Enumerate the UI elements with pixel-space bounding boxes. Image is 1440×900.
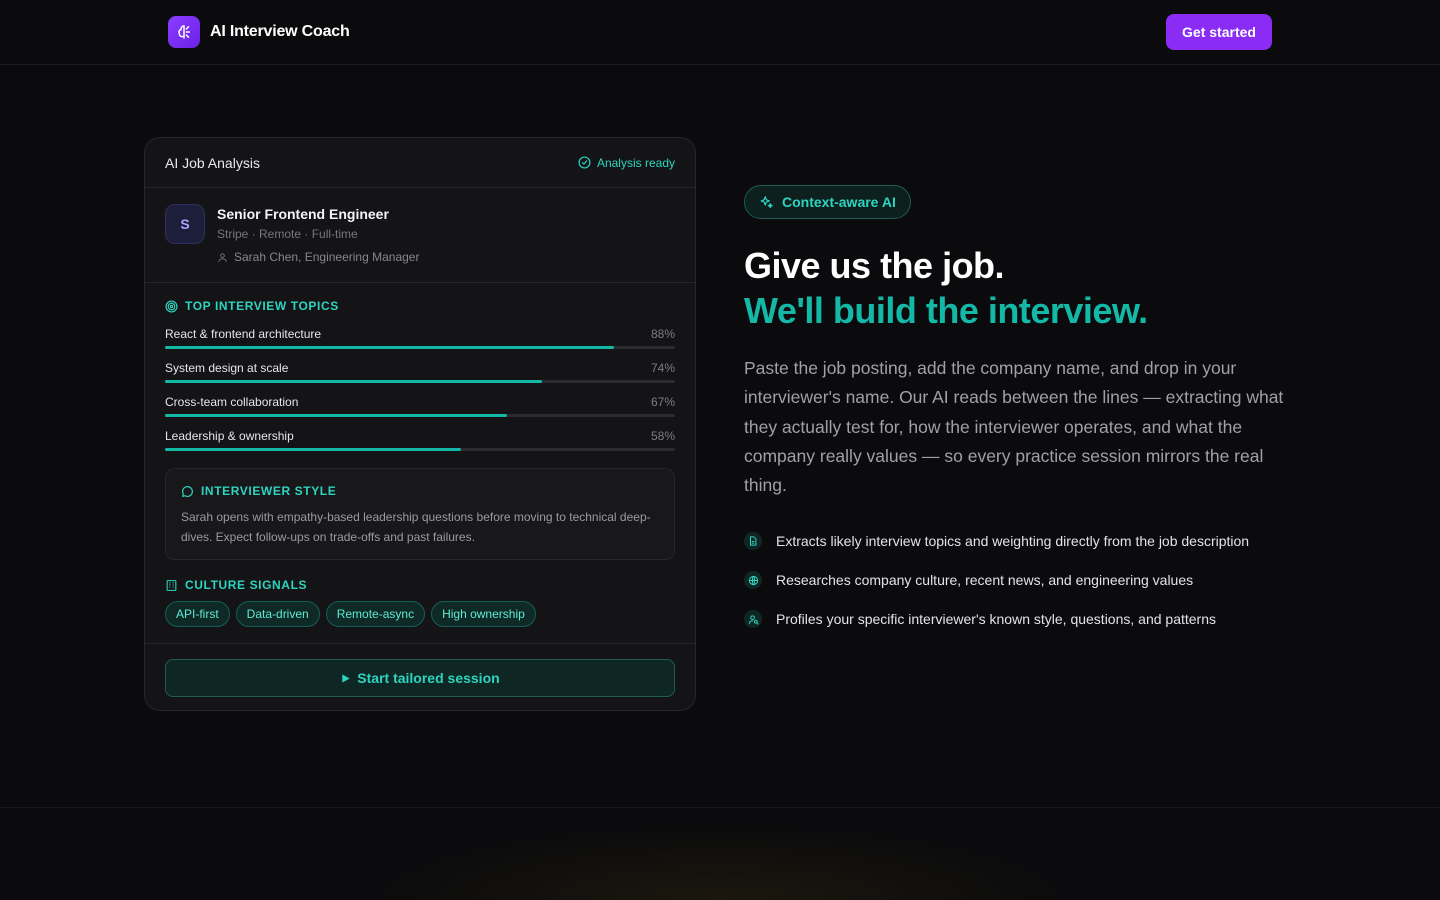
culture-label-text: CULTURE SIGNALS (185, 578, 308, 592)
company-avatar: S (165, 204, 205, 244)
culture-section-label: CULTURE SIGNALS (165, 578, 307, 592)
topic-name: System design at scale (165, 361, 289, 375)
hero-description: Paste the job posting, add the company n… (744, 358, 1284, 496)
topic-bar-fill (165, 448, 461, 451)
globe-icon (744, 571, 762, 589)
card-header: AI Job Analysis Analysis ready (145, 138, 695, 188)
building-icon (166, 579, 177, 591)
topics-section-label: TOP INTERVIEW TOPICS (165, 299, 339, 313)
topic-percent: 58% (650, 429, 675, 443)
check-circle-icon (578, 156, 591, 169)
sparkles-icon (760, 195, 773, 208)
brand[interactable]: AI Interview Coach (168, 16, 350, 48)
card-title: AI Job Analysis (165, 154, 260, 171)
topic-bar (165, 346, 675, 349)
user-icon (218, 252, 227, 262)
interviewer-line: Sarah Chen, Engineering Manager (217, 250, 419, 264)
culture-tag: API-first (165, 601, 230, 627)
next-section-band (0, 807, 1440, 900)
user-search-icon (744, 610, 762, 628)
feature-text: Researches company culture, recent news,… (776, 572, 1194, 588)
topic-bar-fill (165, 414, 507, 417)
feature-item: Profiles your specific interviewer's kno… (744, 610, 1216, 628)
topics-label-text: TOP INTERVIEW TOPICS (185, 299, 339, 313)
feature-item: Researches company culture, recent news,… (744, 571, 1193, 589)
style-section-label: INTERVIEWER STYLE (181, 484, 336, 498)
topic-item: System design at scale 74% (165, 361, 675, 383)
top-navbar: AI Interview Coach Get started (0, 0, 1440, 65)
feature-text: Extracts likely interview topics and wei… (776, 533, 1250, 549)
headline-accent: We'll build the interview. (744, 290, 1148, 331)
topic-bar-fill (165, 380, 543, 383)
topic-name: React & frontend architecture (165, 327, 322, 341)
interviewer-style-box: INTERVIEWER STYLE Sarah opens with empat… (165, 468, 675, 560)
topic-percent: 74% (650, 361, 675, 375)
topic-bar-fill (165, 346, 614, 349)
topic-item: Leadership & ownership 58% (165, 429, 675, 451)
brand-name: AI Interview Coach (210, 23, 350, 40)
culture-tag: Data-driven (235, 601, 320, 627)
job-analysis-card: AI Job Analysis Analysis ready S Senior … (144, 137, 696, 711)
topic-bar (165, 380, 675, 383)
start-session-button[interactable]: Start tailored session (165, 659, 675, 697)
feature-item: Extracts likely interview topics and wei… (744, 532, 1249, 550)
start-session-label: Start tailored session (357, 670, 500, 686)
analysis-status: Analysis ready (578, 156, 675, 170)
topic-name: Leadership & ownership (165, 429, 294, 443)
get-started-button[interactable]: Get started (1166, 14, 1272, 50)
style-label-text: INTERVIEWER STYLE (201, 484, 337, 498)
badge-text: Context-aware AI (782, 194, 896, 210)
interviewer-style-text: Sarah opens with empathy-based leadershi… (181, 510, 651, 544)
chat-bubble-icon (182, 485, 193, 497)
topic-name: Cross-team collaboration (165, 395, 299, 409)
play-icon (342, 673, 350, 683)
topic-bar (165, 414, 675, 417)
brain-logo-icon (168, 16, 200, 48)
card-footer: Start tailored session (145, 643, 695, 710)
culture-tags: API-first Data-driven Remote-async High … (165, 601, 536, 627)
job-summary: S Senior Frontend Engineer Stripe · Remo… (145, 188, 695, 283)
job-title: Senior Frontend Engineer (217, 206, 389, 222)
headline-primary: Give us the job. (744, 245, 1005, 286)
culture-tag: High ownership (431, 601, 536, 627)
topic-percent: 88% (650, 327, 675, 341)
feature-text: Profiles your specific interviewer's kno… (776, 611, 1216, 627)
interviewer-name: Sarah Chen, Engineering Manager (234, 250, 420, 264)
topic-bar (165, 448, 675, 451)
context-aware-badge: Context-aware AI (744, 185, 911, 219)
culture-tag: Remote-async (325, 601, 426, 627)
topic-percent: 67% (650, 395, 675, 409)
topic-item: Cross-team collaboration 67% (165, 395, 675, 417)
analysis-status-text: Analysis ready (596, 155, 675, 170)
document-icon (744, 532, 762, 550)
topic-item: React & frontend architecture 88% (165, 327, 675, 349)
job-meta: Stripe · Remote · Full-time (217, 227, 358, 241)
target-icon (165, 299, 178, 313)
